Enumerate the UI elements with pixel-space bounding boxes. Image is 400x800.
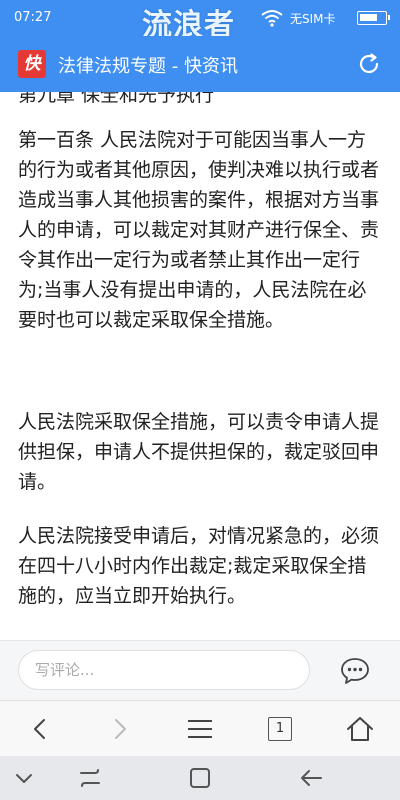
menu-button[interactable] (184, 713, 216, 745)
carrier-text: 无SIM卡 (290, 12, 336, 26)
recent-apps-icon[interactable] (76, 764, 104, 792)
home-icon (347, 717, 373, 741)
comment-icon[interactable] (340, 657, 370, 685)
tabs-button[interactable]: 1 (264, 713, 296, 745)
home-button[interactable] (344, 713, 376, 745)
chevron-down-icon[interactable] (10, 764, 38, 792)
chapter-heading: 第九章 保全和先予执行 (18, 92, 215, 106)
comment-input[interactable]: 写评论... (18, 650, 310, 690)
menu-icon (188, 720, 212, 738)
article-paragraph: 人民法院采取保全措施，可以责令申请人提供担保，申请人不提供担保的，裁定驳回申请。 (18, 411, 380, 493)
app-header: 快 法律法规专题 - 快资讯 (0, 36, 400, 92)
battery-level (360, 14, 377, 21)
app-logo: 快 (18, 50, 46, 78)
back-arrow-icon[interactable] (297, 764, 325, 792)
wifi-icon (261, 10, 283, 27)
article-paragraph: 人民法院接受申请后，对情况紧急的，必须在四十八小时内作出裁定;裁定采取保全措施的… (18, 525, 380, 607)
back-button[interactable] (24, 713, 56, 745)
battery-icon (357, 11, 390, 25)
chevron-left-icon (34, 719, 45, 739)
status-bar: 07:27 流浪者 无SIM卡 (0, 0, 400, 43)
comment-bar: 写评论... (0, 640, 400, 700)
article-paragraph: 第一百条 人民法院对于可能因当事人一方的行为或者其他原因，使判决难以执行或者造成… (18, 129, 380, 331)
tab-count: 1 (268, 717, 292, 741)
home-square-icon[interactable] (186, 764, 214, 792)
refresh-icon[interactable] (357, 52, 381, 76)
browser-toolbar: 1 (0, 700, 400, 756)
status-time: 07:27 (14, 10, 52, 25)
article-content[interactable]: 第九章 保全和先予执行 第一百条 人民法院对于可能因当事人一方的行为或者其他原因… (0, 92, 400, 640)
forward-button[interactable] (104, 713, 136, 745)
page-title: 法律法规专题 - 快资讯 (58, 56, 238, 77)
system-nav-bar (0, 756, 400, 800)
chevron-right-icon (115, 719, 126, 739)
